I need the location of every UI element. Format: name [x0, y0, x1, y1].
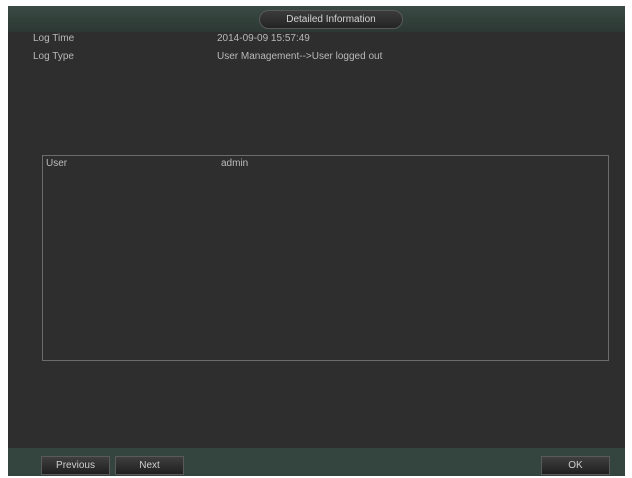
user-label: User [46, 158, 68, 169]
ok-button[interactable]: OK [541, 456, 610, 475]
dialog-title-bar: Detailed Information [8, 6, 625, 32]
detailed-information-dialog: Detailed Information Log Time 2014-09-09… [8, 6, 625, 476]
log-type-value: User Management-->User logged out [217, 51, 383, 62]
detail-list-box[interactable]: User admin [42, 155, 609, 361]
info-row-log-type: Log Type User Management-->User logged o… [8, 49, 625, 65]
detail-row-user: User admin [43, 156, 608, 172]
next-button[interactable]: Next [115, 456, 184, 475]
previous-button[interactable]: Previous [41, 456, 110, 475]
dialog-button-bar: Previous Next OK [8, 448, 625, 476]
log-time-value: 2014-09-09 15:57:49 [217, 33, 310, 44]
log-type-label: Log Type [33, 51, 74, 62]
dialog-title: Detailed Information [259, 10, 403, 29]
log-time-label: Log Time [33, 33, 75, 44]
info-row-log-time: Log Time 2014-09-09 15:57:49 [8, 31, 625, 47]
user-value: admin [221, 158, 249, 169]
